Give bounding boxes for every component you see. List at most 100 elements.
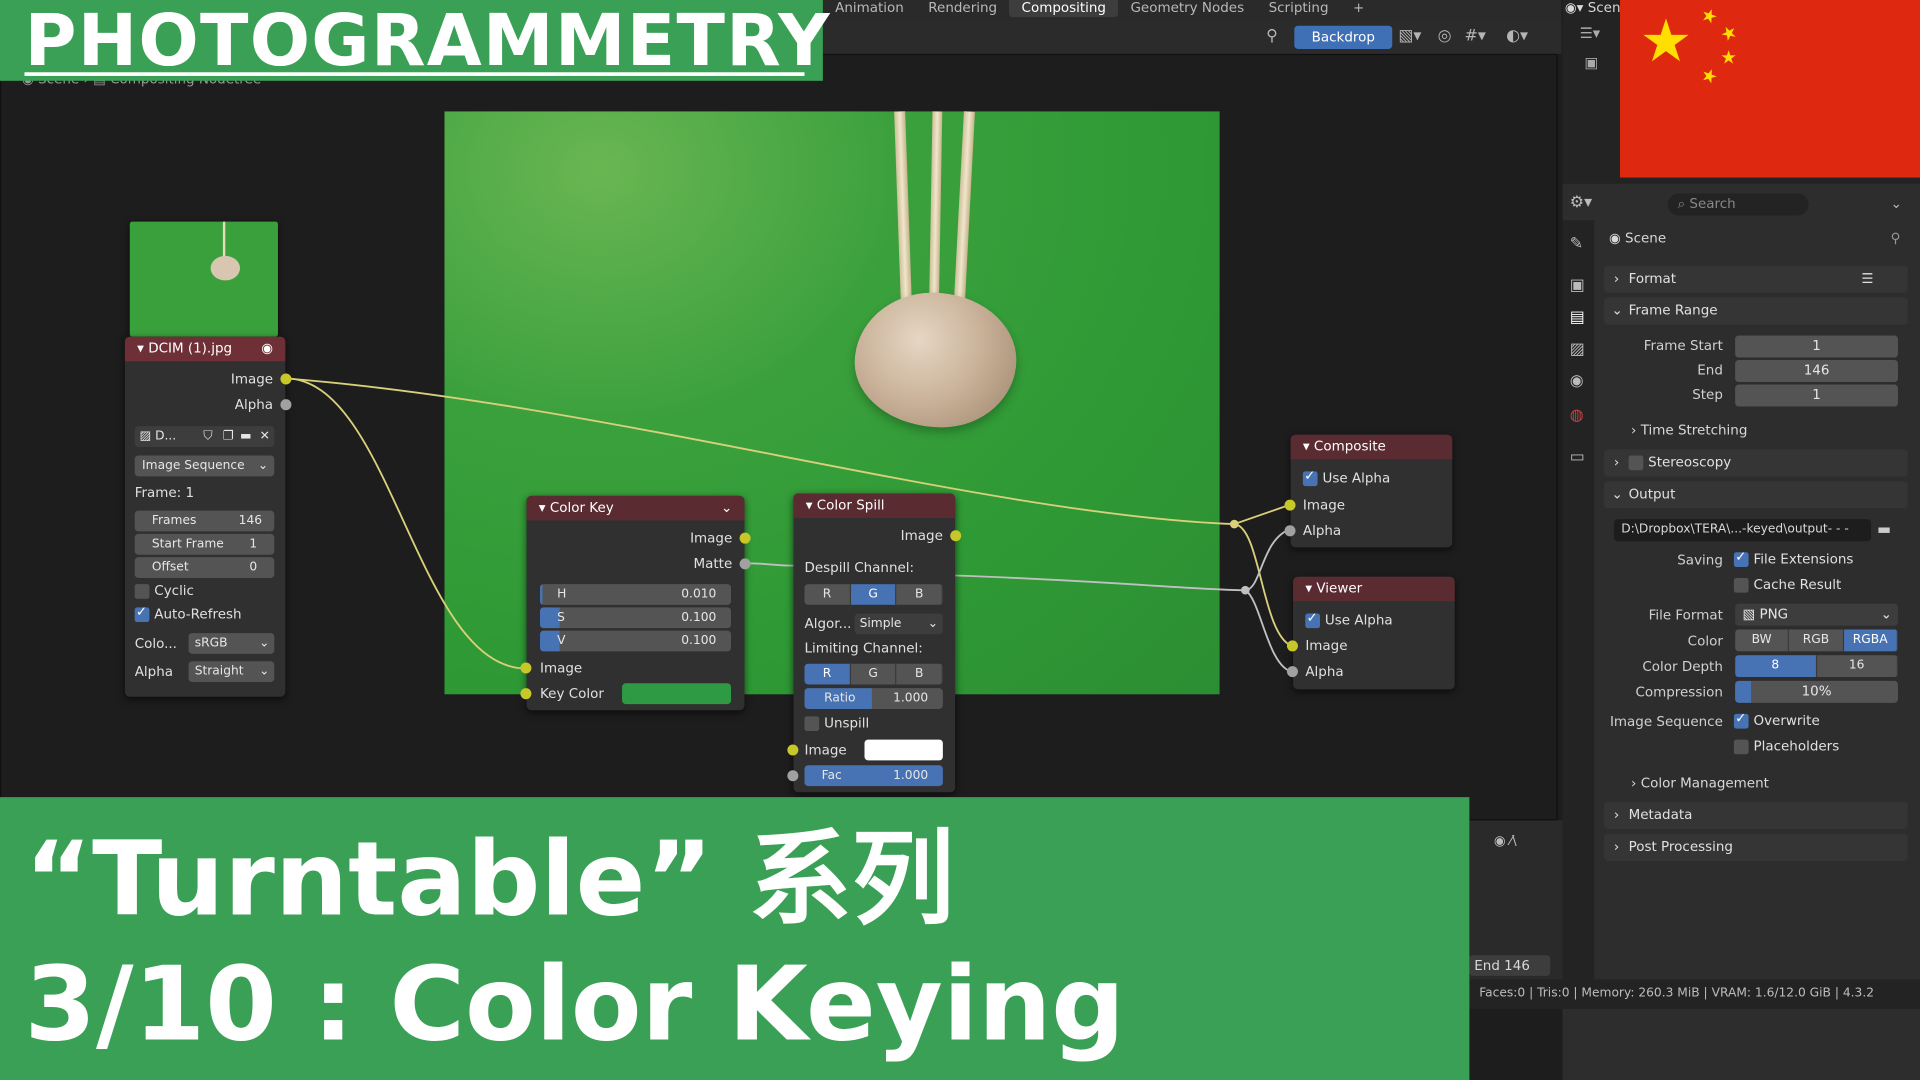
output-icon[interactable]: ▤ <box>1570 309 1585 327</box>
metadata-panel-header[interactable]: › Metadata <box>1604 802 1908 829</box>
despill-g[interactable]: G <box>850 584 897 605</box>
editor-type-icon[interactable]: ⚙▾ <box>1570 193 1592 211</box>
folder-icon[interactable]: ▬ <box>240 426 252 447</box>
algorithm-dropdown[interactable]: Simple ⌄ <box>854 613 943 635</box>
in-image-socket[interactable] <box>520 662 532 674</box>
colorspace-dropdown[interactable]: sRGB ⌄ <box>188 633 275 654</box>
post-processing-panel-header[interactable]: › Post Processing <box>1604 833 1908 861</box>
image-selector[interactable]: ▨ D... ⛉ ❐ ▬ ✕ <box>134 426 275 447</box>
image-node[interactable]: ▾ DCIM (1).jpg ◉ Image Alpha ▨ D... ⛉ ❐ ▬… <box>124 336 292 697</box>
color-key-node[interactable]: ▾ Color Key ⌄ Image Matte H 0.010 S 0.100 V… <box>520 495 751 711</box>
color-mode-toggle[interactable]: BW RGB RGBA <box>1735 629 1898 652</box>
color-management-subpanel[interactable]: › Color Management <box>1631 775 1769 791</box>
despill-b[interactable]: B <box>896 584 943 605</box>
stereoscopy-panel-header[interactable]: › Stereoscopy <box>1604 449 1908 477</box>
close-icon[interactable]: ✕ <box>260 426 270 447</box>
depth-16[interactable]: 16 <box>1816 655 1898 678</box>
out-image-socket[interactable] <box>739 532 751 544</box>
reroute-alpha[interactable] <box>1241 585 1250 595</box>
use-alpha-checkbox[interactable] <box>1305 610 1321 629</box>
outliner-filter-icon[interactable]: ☰▾ <box>1580 24 1601 41</box>
in-alpha-socket[interactable] <box>1286 666 1298 678</box>
source-dropdown[interactable]: Image Sequence ⌄ <box>134 455 275 477</box>
color-rgb[interactable]: RGB <box>1789 629 1844 652</box>
world-icon[interactable]: ◍ <box>1570 407 1584 425</box>
fac-slider[interactable]: Fac 1.000 <box>804 765 943 787</box>
auto-refresh-checkbox[interactable] <box>134 604 150 623</box>
file-extensions-checkbox[interactable] <box>1733 549 1749 567</box>
despill-channel-toggle[interactable]: R G B <box>804 584 943 605</box>
composite-node[interactable]: ▾ Composite Use Alpha Image Alpha <box>1284 434 1453 548</box>
unspill-checkbox[interactable] <box>804 716 820 732</box>
format-panel-header[interactable]: › Format ☰ <box>1604 265 1908 293</box>
in-key-color-socket[interactable] <box>520 688 532 700</box>
in-alpha-socket[interactable] <box>1284 525 1296 537</box>
collapse-icon[interactable]: ▾ <box>1305 580 1316 596</box>
search-input[interactable]: ⌕ Search <box>1667 193 1809 216</box>
hue-slider[interactable]: H 0.010 <box>540 584 732 605</box>
view-layer-icon[interactable]: ▨ <box>1570 340 1585 358</box>
reroute-image[interactable] <box>1230 519 1239 529</box>
collapse-icon[interactable]: ▾ <box>137 340 148 356</box>
copy-icon[interactable]: ❐ <box>223 426 234 447</box>
file-format-dropdown[interactable]: ▧ PNG ⌄ <box>1735 603 1898 626</box>
image-color-swatch[interactable] <box>864 739 943 761</box>
frames-field[interactable]: Frames 146 <box>134 510 275 532</box>
collection-icon[interactable]: ▭ <box>1570 448 1585 466</box>
depth-8[interactable]: 8 <box>1735 655 1817 678</box>
placeholders-checkbox[interactable] <box>1733 739 1749 755</box>
despill-r[interactable]: R <box>804 584 851 605</box>
out-image-socket[interactable] <box>280 373 292 385</box>
output-path-field[interactable]: D:\Dropbox\TERA\...-keyed\output- - - <box>1613 519 1872 542</box>
limit-r[interactable]: R <box>804 663 851 685</box>
viewer-node[interactable]: ▾ Viewer Use Alpha Image Alpha <box>1286 576 1455 690</box>
cyclic-checkbox[interactable] <box>134 584 150 599</box>
alpha-dropdown[interactable]: Straight ⌄ <box>188 661 275 683</box>
tool-icon[interactable]: ✎ <box>1570 235 1583 253</box>
key-color-swatch[interactable] <box>622 683 732 705</box>
frame-start-field[interactable]: 1 <box>1735 335 1898 358</box>
saturation-slider[interactable]: S 0.100 <box>540 607 732 629</box>
render-icon[interactable]: ▣ <box>1570 277 1585 295</box>
keyframe-icon[interactable]: ◉ ⁄\ <box>1494 833 1517 849</box>
collapse-icon[interactable]: ▾ <box>806 497 817 513</box>
color-spill-node[interactable]: ▾ Color Spill Image Despill Channel: R G… <box>787 493 962 793</box>
ratio-slider[interactable]: Ratio 1.000 <box>804 688 943 709</box>
stereoscopy-checkbox[interactable] <box>1628 455 1644 471</box>
out-alpha-socket[interactable] <box>280 399 292 411</box>
chevron-down-icon[interactable]: ⌄ <box>1891 196 1902 212</box>
end-field[interactable]: 146 <box>1735 360 1898 383</box>
in-image-socket[interactable] <box>787 744 799 756</box>
folder-icon[interactable]: ▬ <box>1877 520 1891 537</box>
color-depth-toggle[interactable]: 8 16 <box>1735 655 1898 678</box>
pin-icon[interactable]: ⚲ <box>1891 230 1901 246</box>
in-image-socket[interactable] <box>1286 640 1298 652</box>
time-stretching-subpanel[interactable]: › Time Stretching <box>1631 422 1747 438</box>
value-slider[interactable]: V 0.100 <box>540 630 732 652</box>
out-matte-socket[interactable] <box>739 558 751 570</box>
use-alpha-checkbox[interactable] <box>1302 468 1318 487</box>
step-field[interactable]: 1 <box>1735 384 1898 407</box>
collapse-icon[interactable]: ▾ <box>1303 438 1314 454</box>
node-options-icon[interactable]: ⌄ <box>721 496 732 520</box>
collection-icon[interactable]: ▣ <box>1585 54 1599 71</box>
frame-range-panel-header[interactable]: ⌄ Frame Range <box>1604 297 1908 325</box>
collapse-icon[interactable]: ▾ <box>539 500 550 516</box>
offset-field[interactable]: Offset 0 <box>134 557 275 578</box>
end-frame-field[interactable]: End 146 <box>1469 955 1551 976</box>
color-rgba[interactable]: RGBA <box>1843 629 1898 652</box>
start-frame-field[interactable]: Start Frame 1 <box>134 533 275 555</box>
limit-g[interactable]: G <box>850 663 897 685</box>
shield-icon[interactable]: ⛉ <box>203 426 212 447</box>
limiting-channel-toggle[interactable]: R G B <box>804 663 943 685</box>
color-bw[interactable]: BW <box>1735 629 1790 652</box>
overwrite-checkbox[interactable] <box>1733 710 1749 729</box>
output-panel-header[interactable]: ⌄ Output <box>1604 481 1908 509</box>
in-image-socket[interactable] <box>1284 499 1296 511</box>
presets-icon[interactable]: ☰ <box>1861 266 1873 293</box>
compression-slider[interactable]: 10% <box>1735 680 1898 703</box>
cache-result-checkbox[interactable] <box>1733 577 1749 593</box>
limit-b[interactable]: B <box>896 663 943 685</box>
in-fac-socket[interactable] <box>787 770 799 782</box>
out-image-socket[interactable] <box>950 530 962 542</box>
